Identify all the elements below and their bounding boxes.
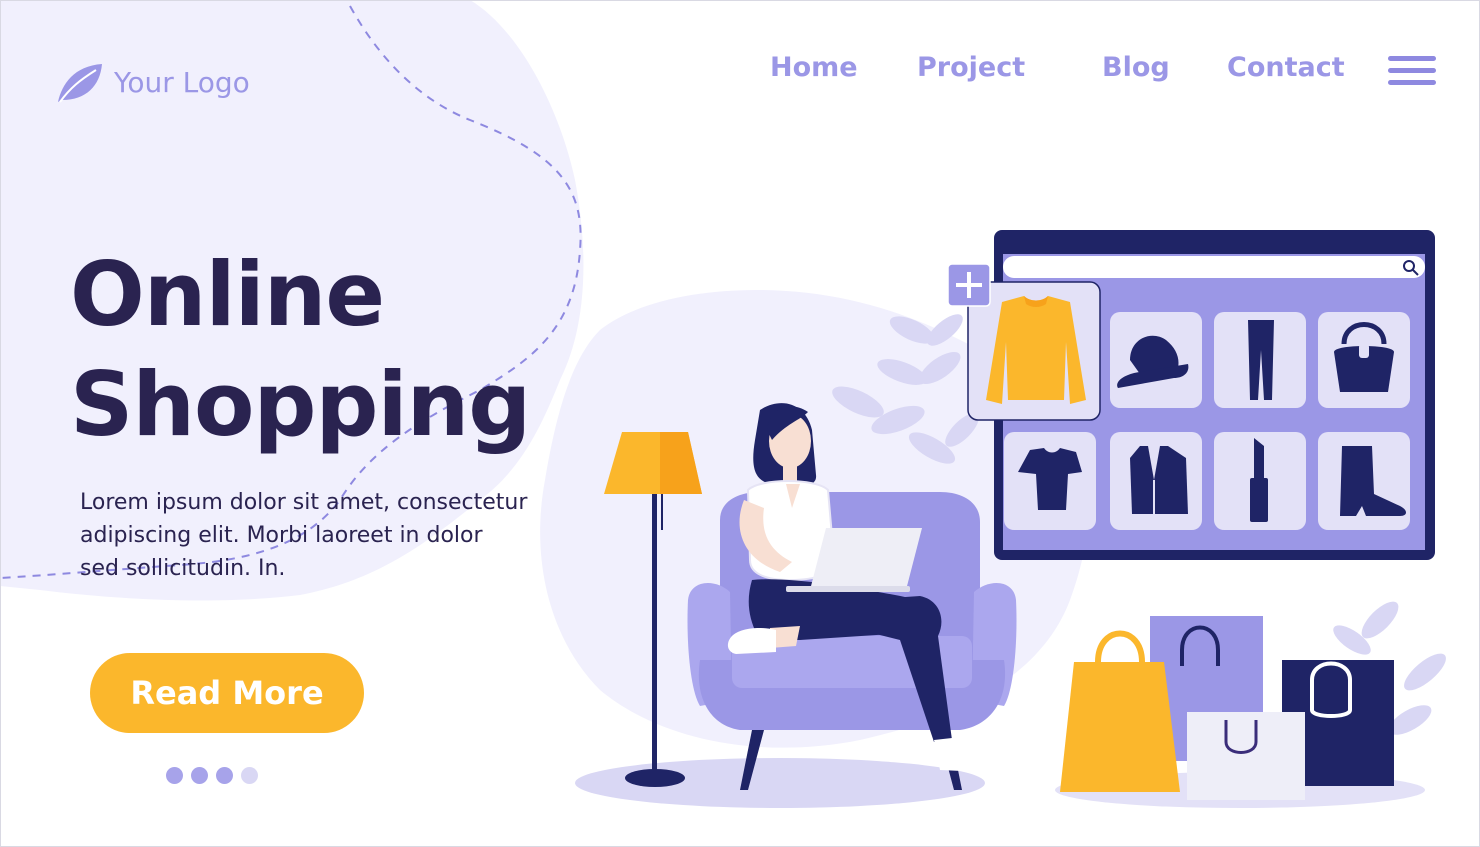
plus-icon: [947, 263, 991, 307]
sweater-icon: [986, 296, 1086, 404]
slide-dot-2[interactable]: [191, 767, 208, 784]
logo[interactable]: Your Logo: [56, 60, 250, 104]
logo-text: Your Logo: [114, 65, 250, 99]
slide-dot-3[interactable]: [216, 767, 233, 784]
leaf-icon: [58, 64, 102, 103]
nav-home[interactable]: Home: [770, 52, 858, 83]
slide-dot-4[interactable]: [241, 767, 258, 784]
blazer-icon: [1130, 446, 1188, 514]
title-line-1: Online: [70, 243, 385, 346]
nav-contact[interactable]: Contact: [1227, 52, 1345, 83]
description-line-3: sed sollicitudin. In.: [80, 556, 286, 581]
slider-pagination: [166, 767, 258, 784]
read-more-button[interactable]: Read More: [90, 653, 364, 733]
hero-description: Lorem ipsum dolor sit amet, consectetur …: [80, 486, 570, 585]
slide-dot-1[interactable]: [166, 767, 183, 784]
title-line-2: Shopping: [70, 353, 531, 456]
description-line-2: adipiscing elit. Morbi laoreet in dolor: [80, 523, 483, 548]
shop-browser-window: [947, 230, 1435, 560]
nav-project[interactable]: Project: [917, 52, 1025, 83]
nav-blog[interactable]: Blog: [1102, 52, 1170, 83]
description-line-1: Lorem ipsum dolor sit amet, consectetur: [80, 490, 528, 515]
hamburger-menu-icon[interactable]: [1388, 56, 1436, 86]
page-title: Online Shopping: [70, 240, 531, 460]
